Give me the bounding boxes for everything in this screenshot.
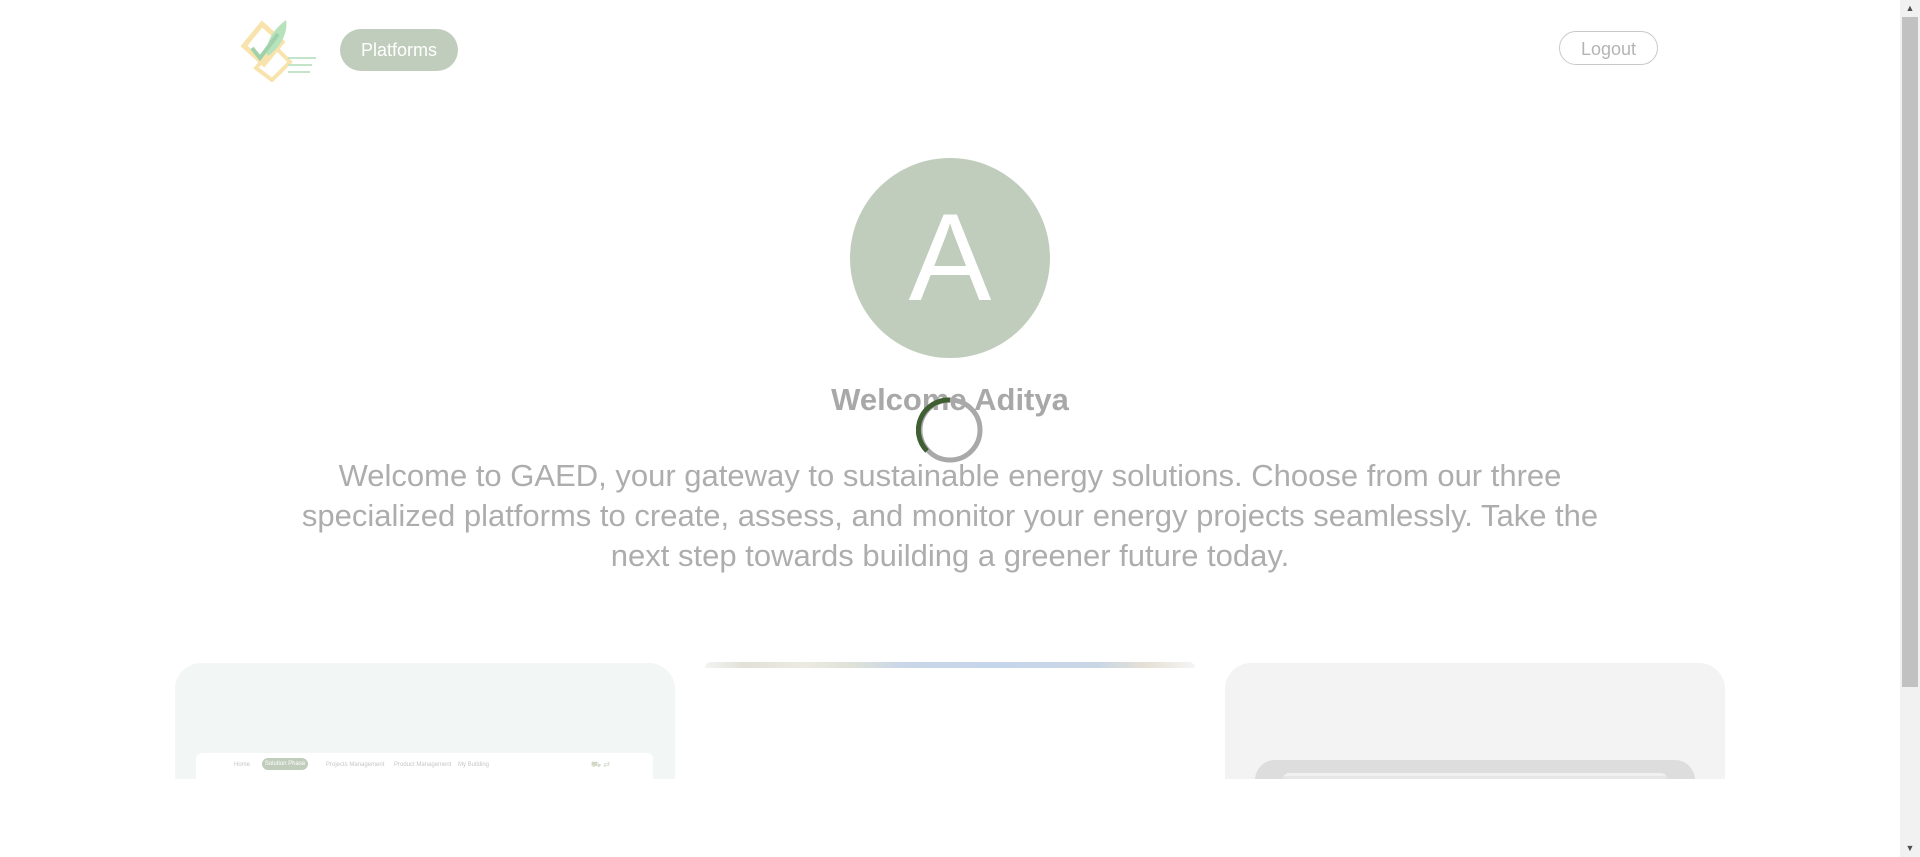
loading-spinner-icon [916,397,983,463]
preview-nav-building: My Building [458,762,490,768]
device-screen [1283,773,1667,779]
device-status-bar [1283,776,1667,779]
preview-nav-projects: Projects Management [326,762,385,768]
vertical-scrollbar[interactable]: ▲ ▼ [1900,0,1920,857]
card-preview-nav: Home Solution Phase Projects Management … [196,753,653,779]
scroll-up-arrow-icon[interactable]: ▲ [1900,0,1920,17]
preview-nav-product: Product Management [394,762,452,768]
gaed-logo[interactable] [238,18,318,83]
preview-nav-active: Solution Phase [262,758,308,770]
device-mockup [1255,760,1695,779]
platform-card-assess[interactable] [705,662,1195,668]
scrollbar-thumb[interactable] [1902,17,1918,687]
platform-card-monitor[interactable] [1225,663,1725,779]
user-avatar: A [850,158,1050,358]
intro-text: Welcome to GAED, your gateway to sustain… [301,458,1599,573]
logout-button[interactable]: Logout [1559,31,1658,65]
scroll-down-arrow-icon[interactable]: ▼ [1900,840,1920,857]
preview-nav-home: Home [234,762,251,768]
preview-nav-icons: ⛟ ⇄ [591,760,610,769]
page: Platforms Logout A Welcome Aditya Welcom… [0,0,1900,857]
logo-leaf-icon [240,20,316,83]
platform-card-create[interactable]: Home Solution Phase Projects Management … [175,663,675,779]
platforms-nav-button[interactable]: Platforms [340,29,458,71]
header: Platforms Logout [0,0,1900,100]
